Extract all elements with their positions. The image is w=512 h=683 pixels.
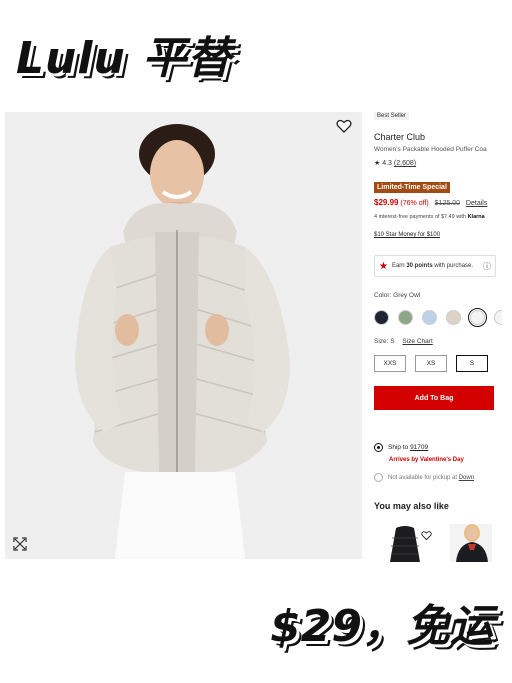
swatch-navy[interactable]: [374, 310, 389, 325]
rewards-text: Earn 30 points with purchase.: [392, 263, 473, 269]
recommended-product-1[interactable]: [388, 524, 422, 564]
recommended-heart-icon[interactable]: [421, 530, 432, 541]
installment-text: 4 interest-free payments of $7.49 with: [374, 214, 467, 220]
expand-icon[interactable]: [13, 537, 27, 551]
add-to-bag-button[interactable]: Add To Bag: [374, 386, 494, 410]
klarna-logo: Klarna: [467, 214, 485, 220]
swatch-more[interactable]: [494, 310, 502, 325]
original-price: $125.00: [434, 200, 460, 207]
brand-name[interactable]: Charter Club: [374, 132, 425, 142]
rewards-box: ★ Earn 30 points with purchase. ⓘ: [374, 255, 496, 277]
ship-option[interactable]: Ship to 91709: [374, 443, 428, 452]
rating-stars: ★ 4.3: [374, 160, 392, 167]
heart-icon[interactable]: [336, 118, 352, 134]
price-caption: $29，免运: [270, 601, 494, 652]
pickup-option[interactable]: Not available for pickup at Down: [374, 473, 499, 482]
rating: ★ 4.3 (2,608): [374, 159, 416, 167]
ship-to-text: Ship to: [388, 444, 409, 452]
size-s-button[interactable]: S: [456, 355, 488, 372]
sale-price: $29.99: [374, 198, 399, 207]
star-money-link[interactable]: $10 Star Money for $100: [374, 232, 440, 238]
info-icon[interactable]: ⓘ: [483, 261, 491, 272]
size-options: XXS XS S: [374, 355, 488, 372]
size-xxs-button[interactable]: XXS: [374, 355, 406, 372]
size-row: Size: S Size Chart: [374, 338, 433, 345]
ship-radio[interactable]: [374, 443, 383, 452]
rewards-suffix: with purchase.: [434, 263, 474, 269]
pickup-text: Not available for pickup at: [388, 475, 458, 482]
price-row: $29.99 (76% off) $125.00 Details: [374, 198, 487, 207]
star-icon: ★: [379, 260, 388, 272]
size-xs-button[interactable]: XS: [415, 355, 447, 372]
size-label: Size: S: [374, 338, 395, 345]
zip-link[interactable]: 91709: [410, 444, 428, 451]
discount-percent: (76% off): [400, 200, 429, 207]
color-label: Color: Grey Owl: [374, 292, 421, 299]
best-seller-badge: Best Seller: [374, 112, 410, 120]
product-name: Women's Packable Hooded Puffer Coa: [374, 146, 487, 153]
swatch-light-blue[interactable]: [422, 310, 437, 325]
price-details-link[interactable]: Details: [466, 200, 487, 207]
installment-info: 4 interest-free payments of $7.49 with K…: [374, 214, 499, 220]
swatch-sage[interactable]: [398, 310, 413, 325]
limited-time-badge: Limited-Time Special: [374, 182, 450, 193]
product-photo: [5, 112, 362, 559]
size-chart-link[interactable]: Size Chart: [402, 338, 432, 345]
pickup-store-link[interactable]: Down: [459, 475, 474, 481]
swatch-beige[interactable]: [446, 310, 461, 325]
rewards-points: 30 points: [406, 263, 433, 269]
also-like-heading: You may also like: [374, 501, 449, 511]
recommended-product-2[interactable]: [450, 524, 492, 562]
review-count-link[interactable]: (2,608): [394, 160, 416, 167]
banner-title: Lulu 平替: [16, 33, 233, 84]
swatch-grey-owl[interactable]: [468, 308, 487, 327]
pickup-radio[interactable]: [374, 473, 383, 482]
model-illustration: [5, 112, 362, 559]
arrival-message: Arrives by Valentine's Day: [389, 457, 464, 463]
color-swatches: [374, 308, 502, 327]
rewards-prefix: Earn: [391, 263, 405, 269]
